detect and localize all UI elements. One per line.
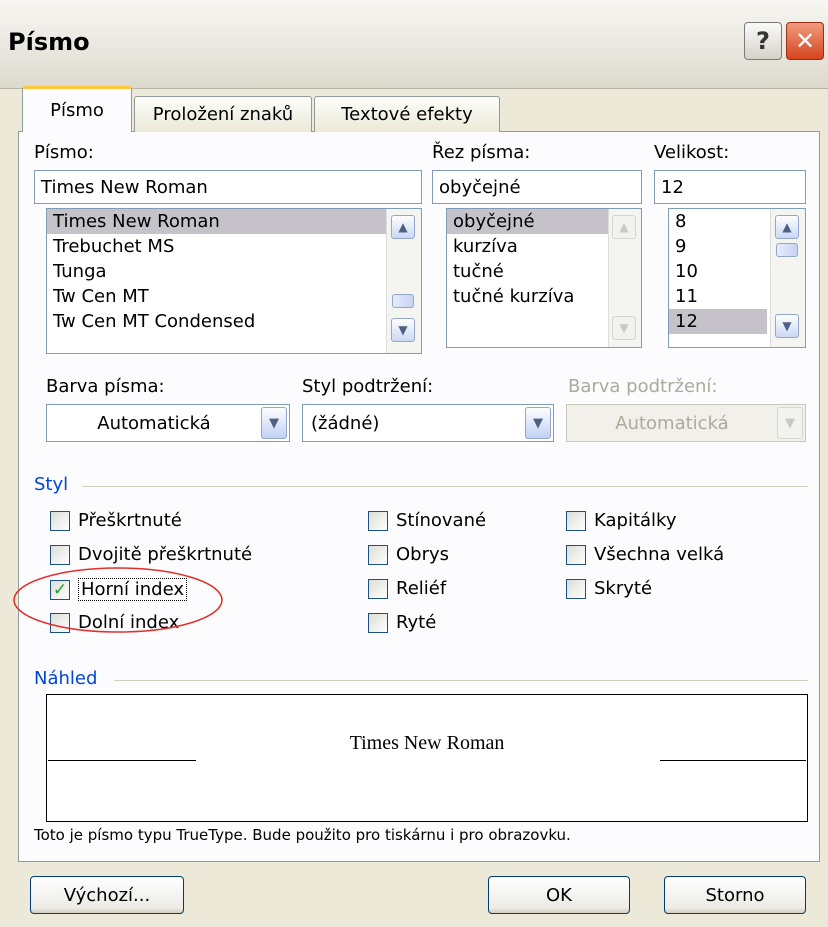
effects-group-title: Styl xyxy=(34,474,69,495)
list-item[interactable]: Tw Cen MT Condensed xyxy=(47,309,421,334)
preview-box xyxy=(46,694,808,822)
preview-group-title: Náhled xyxy=(34,668,98,689)
preview-sample-text: Times New Roman xyxy=(349,732,505,754)
list-item[interactable]: Trebuchet MS xyxy=(47,234,421,259)
scroll-down-icon: ▼ xyxy=(612,316,636,340)
checkbox-box[interactable] xyxy=(368,612,388,633)
font-input[interactable]: Times New Roman xyxy=(34,170,422,204)
all-caps-checkbox[interactable]: Všechna velká xyxy=(566,544,724,565)
tab-font[interactable]: Písmo xyxy=(22,86,132,132)
scroll-down-icon[interactable]: ▼ xyxy=(391,318,415,342)
checkbox-box[interactable] xyxy=(368,578,388,599)
ok-button[interactable]: OK xyxy=(488,876,630,914)
scroll-up-icon[interactable]: ▲ xyxy=(775,215,799,239)
list-item[interactable]: obyčejné xyxy=(447,209,611,234)
checkbox-box[interactable] xyxy=(566,544,586,565)
strikethrough-checkbox[interactable]: Přeškrtnuté xyxy=(50,510,182,531)
font-label: Písmo: xyxy=(34,142,94,163)
scroll-up-icon[interactable]: ▲ xyxy=(391,215,415,239)
checkbox-box[interactable] xyxy=(50,510,70,531)
chevron-down-icon[interactable]: ▼ xyxy=(525,407,551,439)
chevron-down-icon[interactable]: ▼ xyxy=(261,407,287,439)
tab-text-effects[interactable]: Textové efekty xyxy=(314,96,500,132)
engrave-checkbox[interactable]: Ryté xyxy=(368,612,436,633)
underline-style-select[interactable]: (žádné) ▼ xyxy=(302,404,554,442)
scroll-thumb[interactable] xyxy=(776,243,798,257)
help-button[interactable]: ? xyxy=(744,22,782,60)
chevron-down-icon: ▼ xyxy=(777,407,803,439)
outline-checkbox[interactable]: Obrys xyxy=(368,544,449,565)
scroll-thumb[interactable] xyxy=(392,294,414,308)
font-list[interactable]: Times New Roman Trebuchet MS Tunga Tw Ce… xyxy=(46,208,422,354)
group-divider xyxy=(82,486,808,487)
close-button[interactable]: ✕ xyxy=(786,22,824,60)
list-item[interactable]: Tunga xyxy=(47,259,421,284)
font-color-select[interactable]: Automatická ▼ xyxy=(46,404,290,442)
cancel-button[interactable]: Storno xyxy=(664,876,806,914)
list-item[interactable]: 12 xyxy=(669,309,767,334)
checkbox-box[interactable] xyxy=(368,510,388,531)
size-input[interactable]: 12 xyxy=(654,170,806,204)
checkbox-box[interactable] xyxy=(368,544,388,565)
scroll-up-icon: ▲ xyxy=(612,215,636,239)
shadow-checkbox[interactable]: Stínované xyxy=(368,510,486,531)
list-item[interactable]: Tw Cen MT xyxy=(47,284,421,309)
window-title: Písmo xyxy=(8,28,90,56)
underline-color-select: Automatická ▼ xyxy=(566,404,806,442)
hidden-checkbox[interactable]: Skryté xyxy=(566,578,652,599)
style-label: Řez písma: xyxy=(432,142,531,163)
checkbox-box[interactable] xyxy=(566,578,586,599)
underline-style-label: Styl podtržení: xyxy=(302,376,434,397)
scroll-down-icon[interactable]: ▼ xyxy=(775,314,799,338)
preview-baseline-left xyxy=(48,760,196,761)
checkbox-box[interactable] xyxy=(566,510,586,531)
list-item[interactable]: Times New Roman xyxy=(47,209,421,234)
default-button[interactable]: Výchozí... xyxy=(30,876,184,914)
underline-color-label: Barva podtržení: xyxy=(568,376,718,397)
preview-note: Toto je písmo typu TrueType. Bude použit… xyxy=(34,826,571,844)
tab-character-spacing[interactable]: Proložení znaků xyxy=(134,96,312,132)
size-label: Velikost: xyxy=(654,142,730,163)
emboss-checkbox[interactable]: Reliéf xyxy=(368,578,446,599)
annotation-ellipse xyxy=(13,567,223,633)
title-bar[interactable] xyxy=(0,0,828,89)
group-divider xyxy=(114,680,808,681)
preview-baseline-right xyxy=(660,760,806,761)
small-caps-checkbox[interactable]: Kapitálky xyxy=(566,510,676,531)
font-color-label: Barva písma: xyxy=(46,376,165,397)
style-input[interactable]: obyčejné xyxy=(432,170,642,204)
